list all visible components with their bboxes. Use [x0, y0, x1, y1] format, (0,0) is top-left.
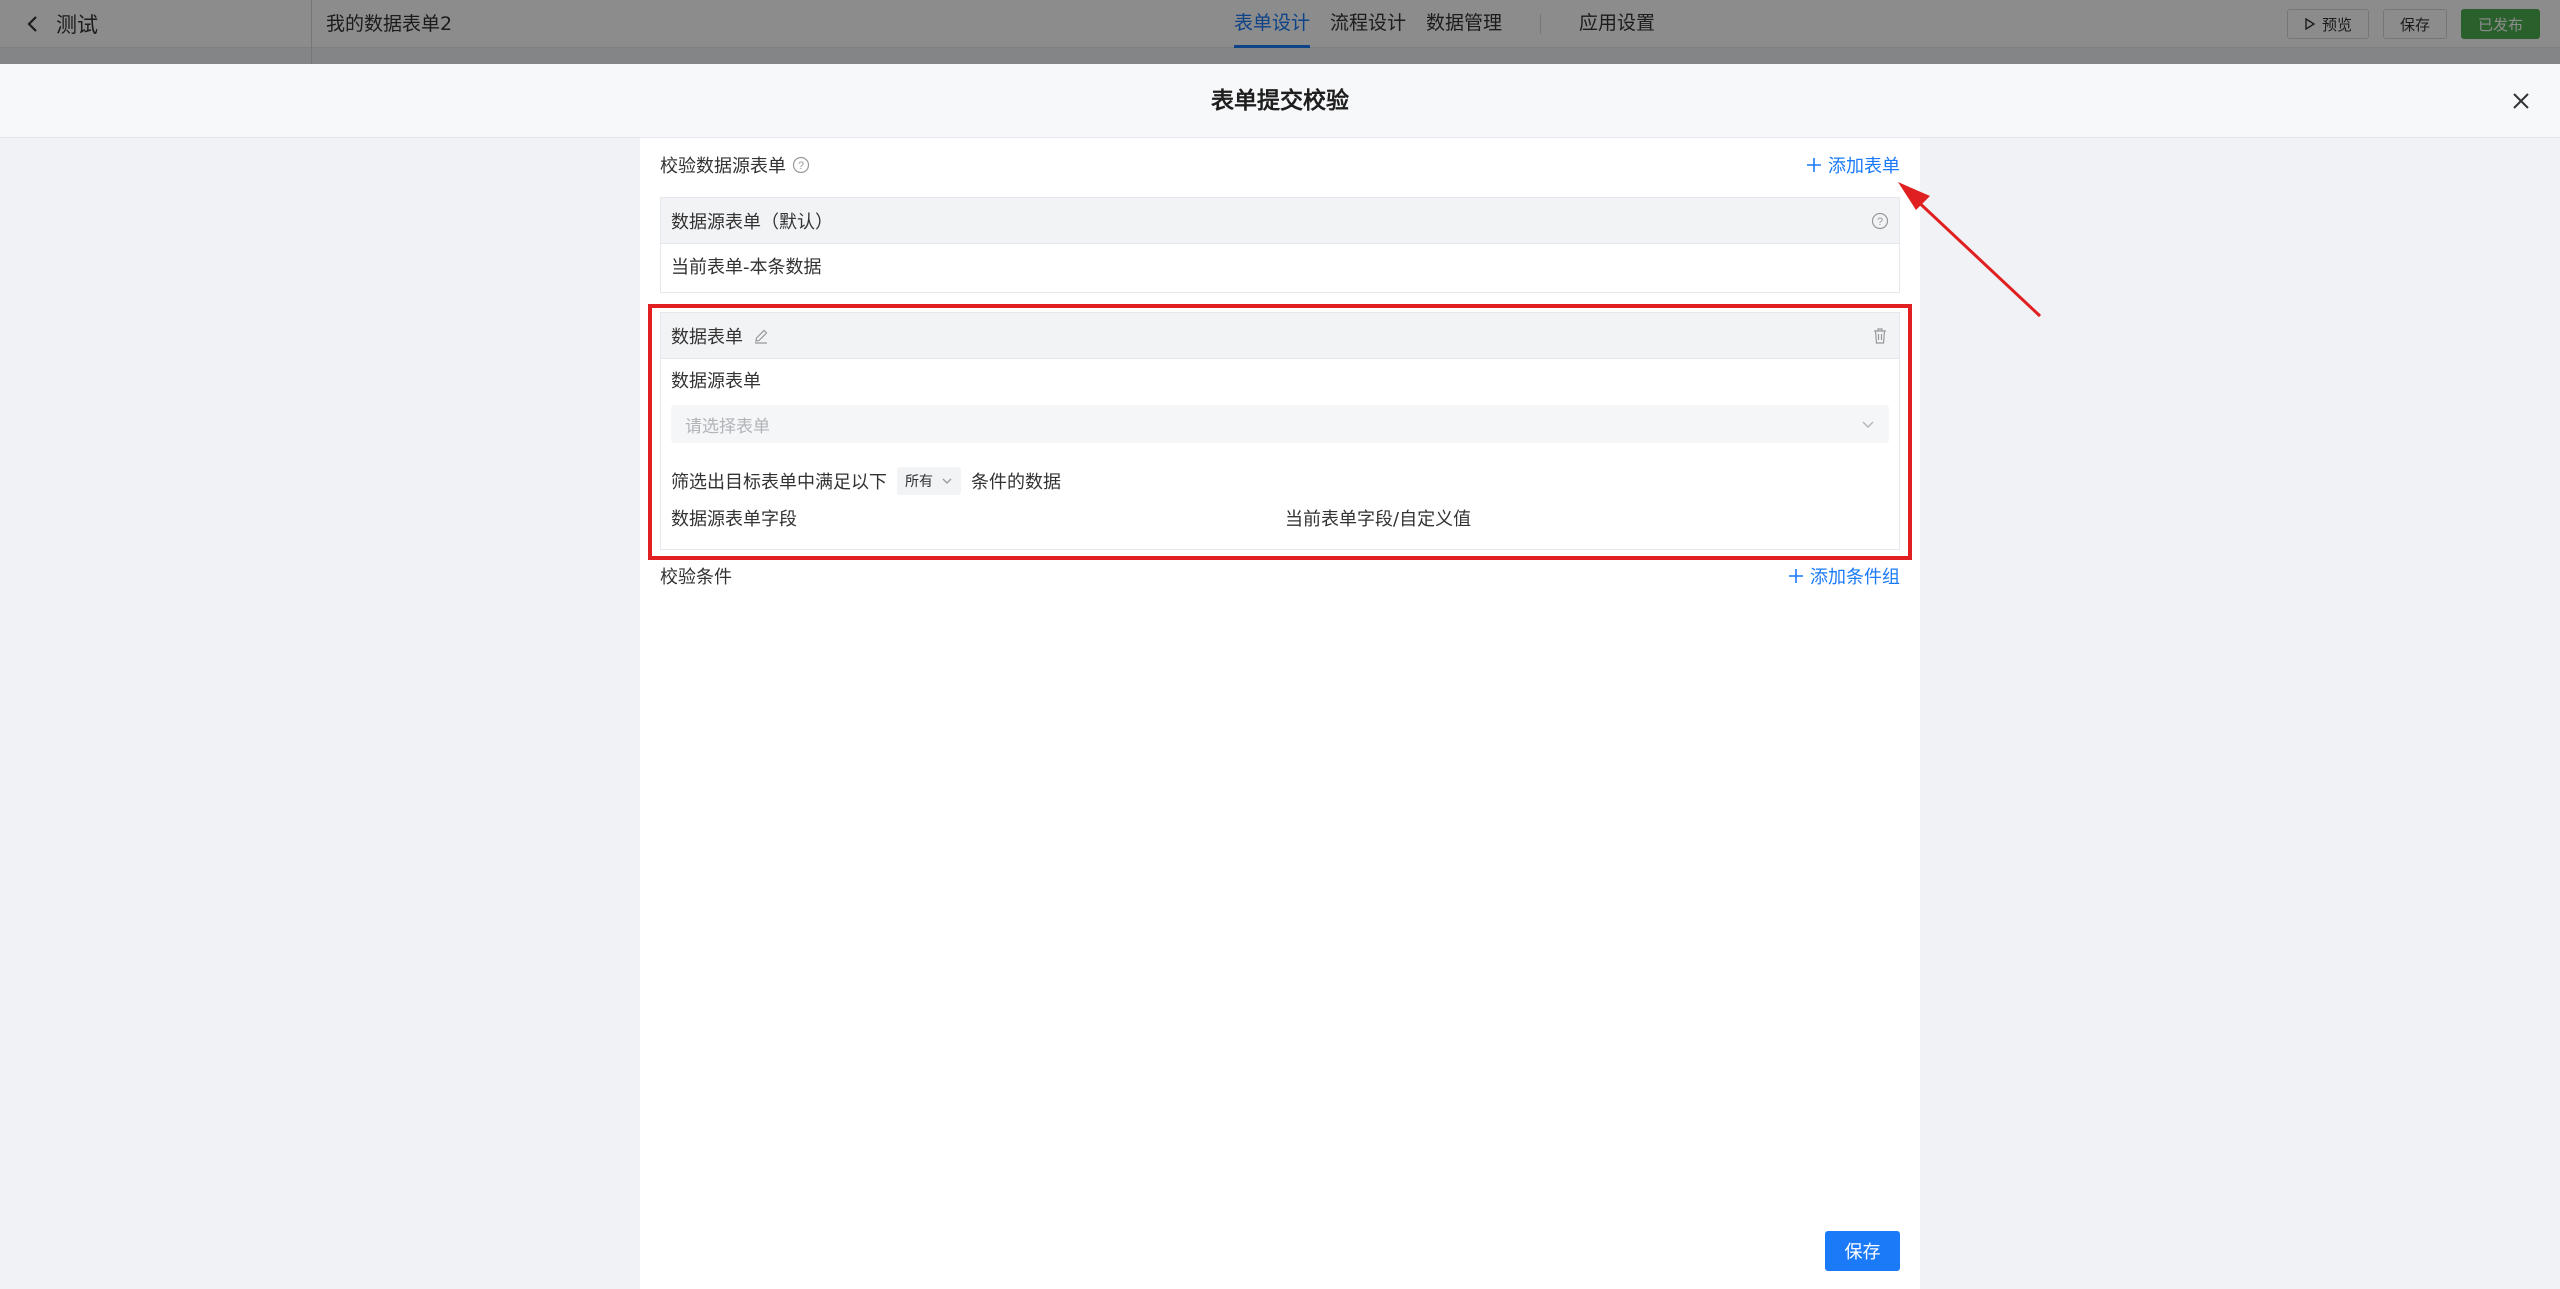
modal-title: 表单提交校验	[1211, 88, 1349, 114]
plus-icon	[1807, 158, 1821, 172]
condition-label: 校验条件	[660, 567, 732, 588]
help-icon[interactable]: ?	[1871, 212, 1889, 230]
svg-text:?: ?	[1877, 216, 1883, 228]
modal-header: 表单提交校验	[0, 64, 2560, 138]
source-section-text: 校验数据源表单	[660, 156, 786, 177]
default-card-title: 数据源表单（默认）	[671, 211, 833, 233]
modal-content: 校验数据源表单 ? 添加表单 数据源表单（默认） ? 当前表单-本条数据 数据表…	[640, 138, 1920, 1289]
close-icon[interactable]	[2508, 88, 2534, 114]
add-condition-group-label: 添加条件组	[1810, 567, 1900, 588]
default-card-body: 当前表单-本条数据	[671, 257, 822, 278]
source-section-header: 校验数据源表单 ? 添加表单	[660, 150, 1900, 180]
default-card-header: 数据源表单（默认） ?	[661, 198, 1899, 244]
source-section-label: 校验数据源表单 ?	[660, 152, 810, 178]
add-form-label: 添加表单	[1828, 156, 1900, 177]
add-condition-group-link[interactable]: 添加条件组	[1788, 563, 1900, 589]
default-source-card: 数据源表单（默认） ? 当前表单-本条数据	[660, 197, 1900, 293]
help-icon[interactable]: ?	[792, 156, 810, 174]
add-form-link[interactable]: 添加表单	[1806, 152, 1900, 178]
modal-backdrop	[0, 0, 2560, 64]
modal-save-button[interactable]: 保存	[1825, 1231, 1900, 1271]
condition-section-header: 校验条件 添加条件组	[660, 561, 1900, 591]
plus-icon	[1789, 569, 1803, 583]
validation-modal: 表单提交校验 校验数据源表单 ? 添加表单 数据源表单（默认） ? 当前表单-本…	[0, 64, 2560, 1289]
red-highlight-box	[648, 304, 1912, 560]
svg-text:?: ?	[798, 160, 804, 172]
